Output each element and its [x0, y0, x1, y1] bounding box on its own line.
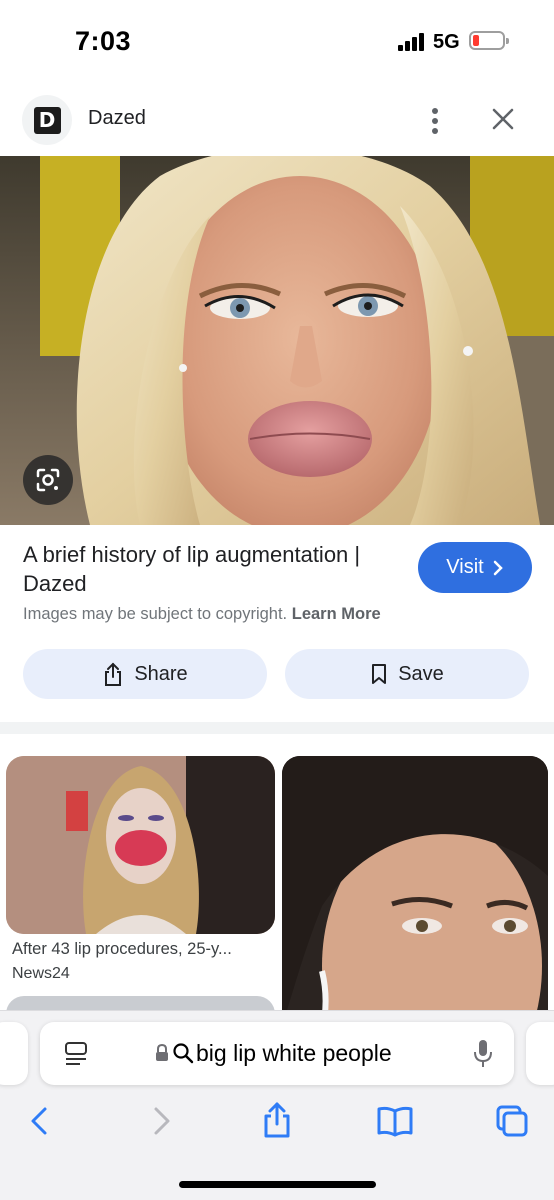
share-icon — [105, 662, 122, 686]
source-header: D Dazed — [0, 88, 554, 154]
search-icon — [173, 1043, 194, 1064]
share-icon[interactable] — [259, 1100, 295, 1138]
source-logo[interactable]: D — [22, 95, 72, 145]
share-button[interactable]: Share — [23, 649, 267, 699]
bookmark-icon — [372, 664, 387, 684]
main-result-image[interactable] — [0, 156, 554, 525]
share-label: Share — [134, 662, 188, 685]
network-label: 5G — [433, 31, 460, 53]
learn-more-link[interactable]: Learn More — [292, 605, 381, 623]
lock-search-icons — [154, 1042, 194, 1064]
home-indicator[interactable] — [179, 1181, 376, 1188]
related-source-1: News24 — [12, 965, 70, 982]
related-caption-1[interactable]: After 43 lip procedures, 25-y... — [12, 940, 272, 959]
related-image-2[interactable] — [282, 756, 548, 1026]
visit-button[interactable]: Visit — [418, 542, 532, 593]
copyright-notice: Images may be subject to copyright. Lear… — [23, 605, 381, 624]
back-icon[interactable] — [22, 1103, 58, 1139]
copyright-text: Images may be subject to copyright. — [23, 605, 288, 623]
source-logo-letter: D — [33, 106, 61, 134]
next-tab-peek[interactable] — [526, 1022, 554, 1085]
chevron-right-icon — [493, 560, 503, 575]
signal-icon — [398, 33, 426, 51]
status-time: 7:03 — [75, 26, 132, 56]
battery-icon — [469, 31, 509, 50]
save-label: Save — [398, 662, 444, 685]
address-query[interactable]: big lip white people — [196, 1040, 392, 1067]
tabs-icon[interactable] — [494, 1103, 530, 1139]
close-icon[interactable] — [486, 102, 520, 136]
source-name[interactable]: Dazed — [88, 107, 146, 130]
forward-icon[interactable] — [143, 1103, 179, 1139]
more-vertical-icon[interactable] — [420, 104, 450, 138]
reader-icon[interactable] — [64, 1040, 88, 1068]
visit-label: Visit — [446, 556, 484, 578]
lens-icon[interactable] — [23, 455, 73, 505]
result-title[interactable]: A brief history of lip augmentation | Da… — [23, 540, 403, 598]
bookmarks-icon[interactable] — [375, 1103, 415, 1139]
address-bar[interactable]: big lip white people — [40, 1022, 514, 1085]
related-image-1[interactable] — [6, 756, 275, 934]
section-divider — [0, 722, 554, 734]
mic-icon[interactable] — [472, 1038, 494, 1070]
save-button[interactable]: Save — [285, 649, 529, 699]
lock-icon — [156, 1043, 168, 1061]
status-bar: 7:03 5G — [0, 0, 554, 80]
previous-tab-peek[interactable] — [0, 1022, 28, 1085]
